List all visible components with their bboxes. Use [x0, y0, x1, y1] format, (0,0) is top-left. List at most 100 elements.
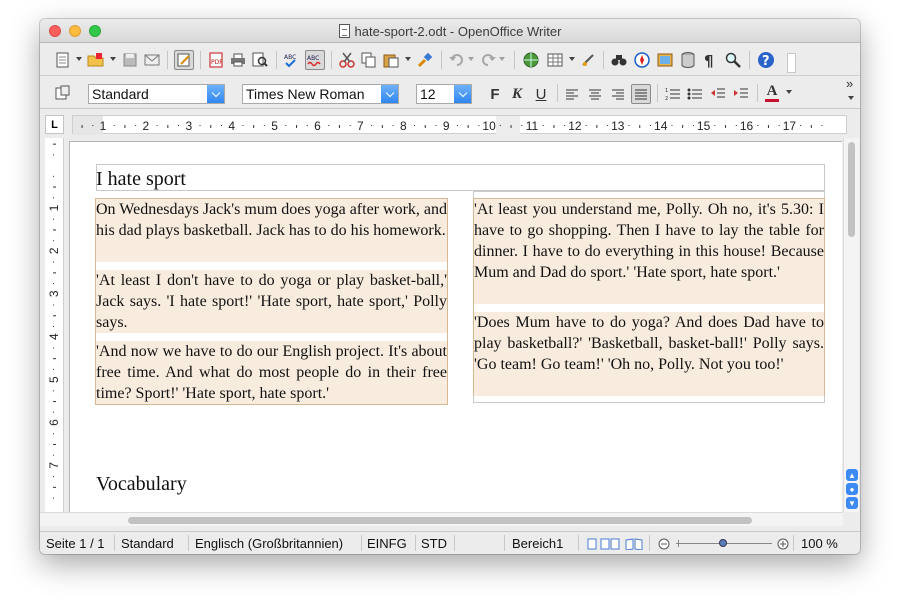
font-color-dropdown-arrow[interactable] [786, 90, 792, 94]
left-paragraph-2: 'At least I don't have to do yoga or pla… [96, 270, 447, 333]
increase-indent-icon[interactable] [731, 84, 751, 104]
data-sources-icon[interactable] [678, 50, 698, 70]
redo-icon[interactable] [478, 50, 498, 70]
paragraph-style-dropdown-button[interactable] [207, 85, 224, 103]
next-page-icon[interactable]: ▼ [846, 497, 858, 509]
left-paragraph-3: 'And now we have to do our English proje… [96, 341, 447, 404]
paragraph-style-combo[interactable]: Standard [88, 84, 225, 104]
multi-page-view-icon[interactable] [600, 538, 620, 553]
navigation-icon[interactable]: ● [846, 483, 858, 495]
left-paragraph-1: On Wednesdays Jack's mum does yoga after… [96, 199, 447, 262]
redo-dropdown-arrow[interactable] [499, 57, 505, 61]
title-bar: hate-sport-2.odt - OpenOffice Writer [40, 19, 860, 43]
edit-file-icon[interactable] [174, 50, 194, 70]
status-selection-mode[interactable]: STD [421, 536, 447, 551]
h-ruler-label: 13 [611, 119, 625, 133]
svg-text:PDF: PDF [211, 59, 223, 66]
paragraph-style-value: Standard [92, 86, 149, 102]
find-replace-binoculars-icon[interactable] [609, 50, 629, 70]
font-name-combo[interactable]: Times New Roman [242, 84, 399, 104]
zoom-out-icon[interactable] [658, 538, 670, 553]
horizontal-scrollbar[interactable] [40, 512, 843, 526]
spellcheck-icon[interactable]: ABC [282, 50, 302, 70]
print-preview-icon[interactable] [250, 50, 270, 70]
v-ruler-label: 2 [47, 247, 61, 254]
paste-dropdown-arrow[interactable] [405, 57, 411, 61]
new-dropdown-arrow[interactable] [76, 57, 82, 61]
document-icon [338, 24, 350, 38]
italic-button[interactable]: K [508, 84, 526, 104]
bold-button[interactable]: F [486, 84, 504, 104]
navigator-icon[interactable] [632, 50, 652, 70]
open-folder-icon[interactable] [86, 50, 106, 70]
copy-icon[interactable] [359, 50, 379, 70]
status-zoom-level[interactable]: 100 % [801, 536, 838, 551]
status-page[interactable]: Seite 1 / 1 [46, 536, 105, 551]
status-section: Bereich1 [512, 536, 564, 551]
print-icon[interactable] [228, 50, 248, 70]
zoom-icon[interactable] [723, 50, 743, 70]
book-view-icon[interactable] [625, 538, 643, 553]
new-document-icon[interactable] [53, 50, 73, 70]
font-size-dropdown-button[interactable] [454, 85, 471, 103]
clone-formatting-icon[interactable] [415, 50, 435, 70]
email-icon[interactable] [142, 50, 162, 70]
align-center-icon[interactable] [585, 84, 605, 104]
font-size-combo[interactable]: 12 [416, 84, 472, 104]
h-ruler-label: 6 [314, 119, 321, 133]
vertical-scrollbar[interactable]: ▲ ● ▼ [843, 138, 859, 512]
h-ruler-label: 9 [443, 119, 450, 133]
h-ruler-label: 12 [568, 119, 582, 133]
open-dropdown-arrow[interactable] [110, 57, 116, 61]
decrease-indent-icon[interactable] [708, 84, 728, 104]
v-ruler-label: 3 [47, 290, 61, 297]
cut-icon[interactable] [337, 50, 357, 70]
bullets-icon[interactable] [685, 84, 705, 104]
save-icon[interactable] [120, 50, 140, 70]
toolbar-options-arrow[interactable] [848, 96, 854, 100]
justify-icon[interactable] [631, 84, 651, 104]
auto-spellcheck-icon[interactable]: ABC [305, 50, 325, 70]
table-dropdown-arrow[interactable] [569, 57, 575, 61]
undo-icon[interactable] [447, 50, 467, 70]
vertical-scroll-thumb[interactable] [848, 142, 855, 237]
zoom-slider-thumb[interactable] [719, 539, 727, 547]
status-language[interactable]: Englisch (Großbritannien) [195, 536, 343, 551]
h-ruler-label: 16 [740, 119, 754, 133]
table-icon[interactable] [545, 50, 565, 70]
tab-stop-selector[interactable]: L [45, 115, 64, 134]
help-icon[interactable]: ? [756, 50, 776, 70]
formatting-marks-icon[interactable]: ¶ [700, 50, 720, 70]
horizontal-ruler[interactable]: 1 2 3 4 5 6 7 8 9 10 11 12 13 14 15 16 17 [72, 115, 847, 135]
v-ruler-label: 5 [47, 376, 61, 383]
v-ruler-label: 7 [47, 462, 61, 469]
status-page-style[interactable]: Standard [121, 536, 174, 551]
v-ruler-label: 6 [47, 419, 61, 426]
font-color-button[interactable]: A [763, 83, 781, 103]
numbering-icon[interactable]: 12 [663, 84, 683, 104]
zoom-in-icon[interactable] [777, 538, 789, 553]
ruler-row: L 1 2 3 4 5 6 7 8 9 10 11 12 13 14 15 16 17 [40, 110, 860, 138]
horizontal-scroll-thumb[interactable] [128, 517, 752, 524]
underline-button[interactable]: U [532, 84, 550, 104]
align-left-icon[interactable] [562, 84, 582, 104]
paste-icon[interactable] [381, 50, 401, 70]
export-pdf-icon[interactable]: PDF [206, 50, 226, 70]
single-page-view-icon[interactable] [586, 538, 598, 553]
gallery-icon[interactable] [655, 50, 675, 70]
hyperlink-globe-icon[interactable] [521, 50, 541, 70]
status-insert-mode[interactable]: EINFG [367, 536, 407, 551]
vertical-ruler[interactable]: 1 2 3 4 5 6 7 [45, 138, 64, 512]
h-ruler-label: 17 [783, 119, 797, 133]
draw-functions-icon[interactable] [579, 50, 599, 70]
toolbar-overflow-handle[interactable] [787, 53, 796, 73]
font-name-dropdown-button[interactable] [381, 85, 398, 103]
svg-text:ABC: ABC [307, 55, 319, 62]
undo-dropdown-arrow[interactable] [468, 57, 474, 61]
document-page[interactable]: I hate sport On Wednesdays Jack's mum do… [69, 141, 842, 512]
previous-page-icon[interactable]: ▲ [846, 469, 858, 481]
window-title: hate-sport-2.odt - OpenOffice Writer [354, 23, 562, 39]
styles-formatting-icon[interactable] [53, 83, 73, 103]
toolbar-overflow-chevron[interactable]: » [846, 76, 853, 91]
align-right-icon[interactable] [608, 84, 628, 104]
